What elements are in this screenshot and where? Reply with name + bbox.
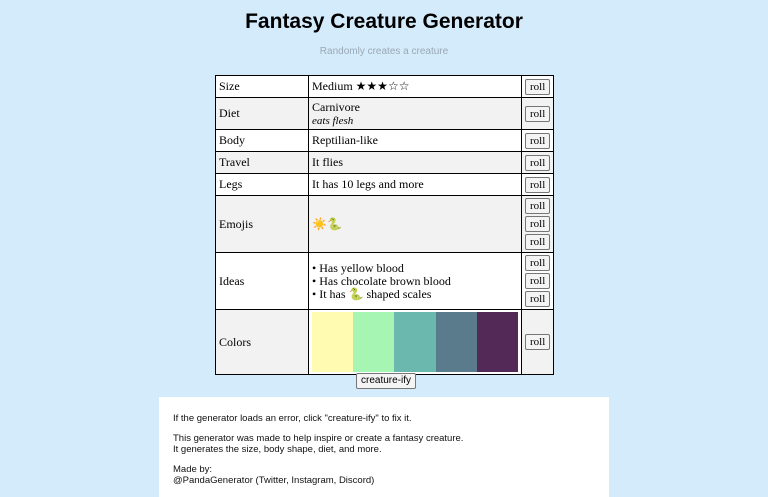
color-swatch — [435, 312, 477, 372]
roll-legs-button[interactable]: roll — [525, 176, 551, 193]
roll-emoji-2-button[interactable]: roll — [525, 216, 551, 232]
creature-ify-button[interactable]: creature-ify — [356, 373, 417, 389]
color-swatch — [353, 312, 395, 372]
roll-travel-button[interactable]: roll — [525, 154, 551, 171]
legs-label: Legs — [215, 173, 309, 196]
diet-label: Diet — [215, 97, 309, 130]
body-value: Reptilian-like — [308, 129, 522, 152]
travel-label: Travel — [215, 151, 309, 174]
ideas-label: Ideas — [215, 252, 309, 310]
idea-item: • Has yellow blood — [312, 260, 404, 275]
row-body: Body Reptilian-like roll — [215, 129, 555, 152]
row-legs: Legs It has 10 legs and more roll — [215, 173, 555, 196]
diet-subtext: eats flesh — [312, 115, 354, 127]
idea-item: • Has chocolate brown blood — [312, 273, 451, 288]
row-diet: Diet Carnivore eats flesh roll — [215, 97, 555, 130]
row-ideas: Ideas • Has yellow blood • Has chocolate… — [215, 252, 555, 310]
color-swatch — [476, 312, 519, 372]
size-value: Medium ★★★☆☆ — [308, 75, 522, 98]
row-colors: Colors roll — [215, 309, 555, 375]
roll-diet-button[interactable]: roll — [525, 105, 551, 122]
page-title: Fantasy Creature Generator — [245, 10, 523, 33]
info-error-text: If the generator loads an error, click "… — [173, 413, 412, 424]
info-purpose-text: This generator was made to help inspire … — [173, 433, 464, 444]
creature-table: Size Medium ★★★☆☆ roll Diet Carnivore ea… — [215, 75, 555, 375]
roll-colors-button[interactable]: roll — [525, 334, 551, 350]
info-features-text: It generates the size, body shape, diet,… — [173, 444, 382, 455]
color-palette — [312, 312, 519, 372]
roll-size-button[interactable]: roll — [525, 78, 551, 95]
emojis-label: Emojis — [215, 195, 309, 253]
row-size: Size Medium ★★★☆☆ roll — [215, 75, 555, 98]
colors-label: Colors — [215, 309, 309, 375]
color-swatch — [312, 312, 354, 372]
info-box: If the generator loads an error, click "… — [159, 397, 609, 497]
roll-emoji-1-button[interactable]: roll — [525, 198, 551, 214]
page-subtitle: Randomly creates a creature — [319, 46, 449, 57]
info-credit-handle: @PandaGenerator (Twitter, Instagram, Dis… — [173, 475, 375, 486]
info-credit-label: Made by: — [173, 464, 213, 475]
idea-item: • It has 🐍 shaped scales — [312, 286, 432, 301]
color-swatch — [394, 312, 436, 372]
size-label: Size — [215, 75, 309, 98]
row-emojis: Emojis ☀️🐍 roll roll roll — [215, 195, 555, 253]
roll-idea-2-button[interactable]: roll — [525, 273, 551, 289]
roll-body-button[interactable]: roll — [525, 132, 551, 149]
legs-value: It has 10 legs and more — [308, 173, 522, 196]
emojis-value: ☀️🐍 — [308, 195, 522, 253]
diet-value: Carnivore — [312, 100, 360, 114]
roll-idea-3-button[interactable]: roll — [525, 291, 551, 307]
row-travel: Travel It flies roll — [215, 151, 555, 174]
body-label: Body — [215, 129, 309, 152]
roll-emoji-3-button[interactable]: roll — [525, 234, 551, 250]
roll-idea-1-button[interactable]: roll — [525, 255, 551, 271]
travel-value: It flies — [308, 151, 522, 174]
